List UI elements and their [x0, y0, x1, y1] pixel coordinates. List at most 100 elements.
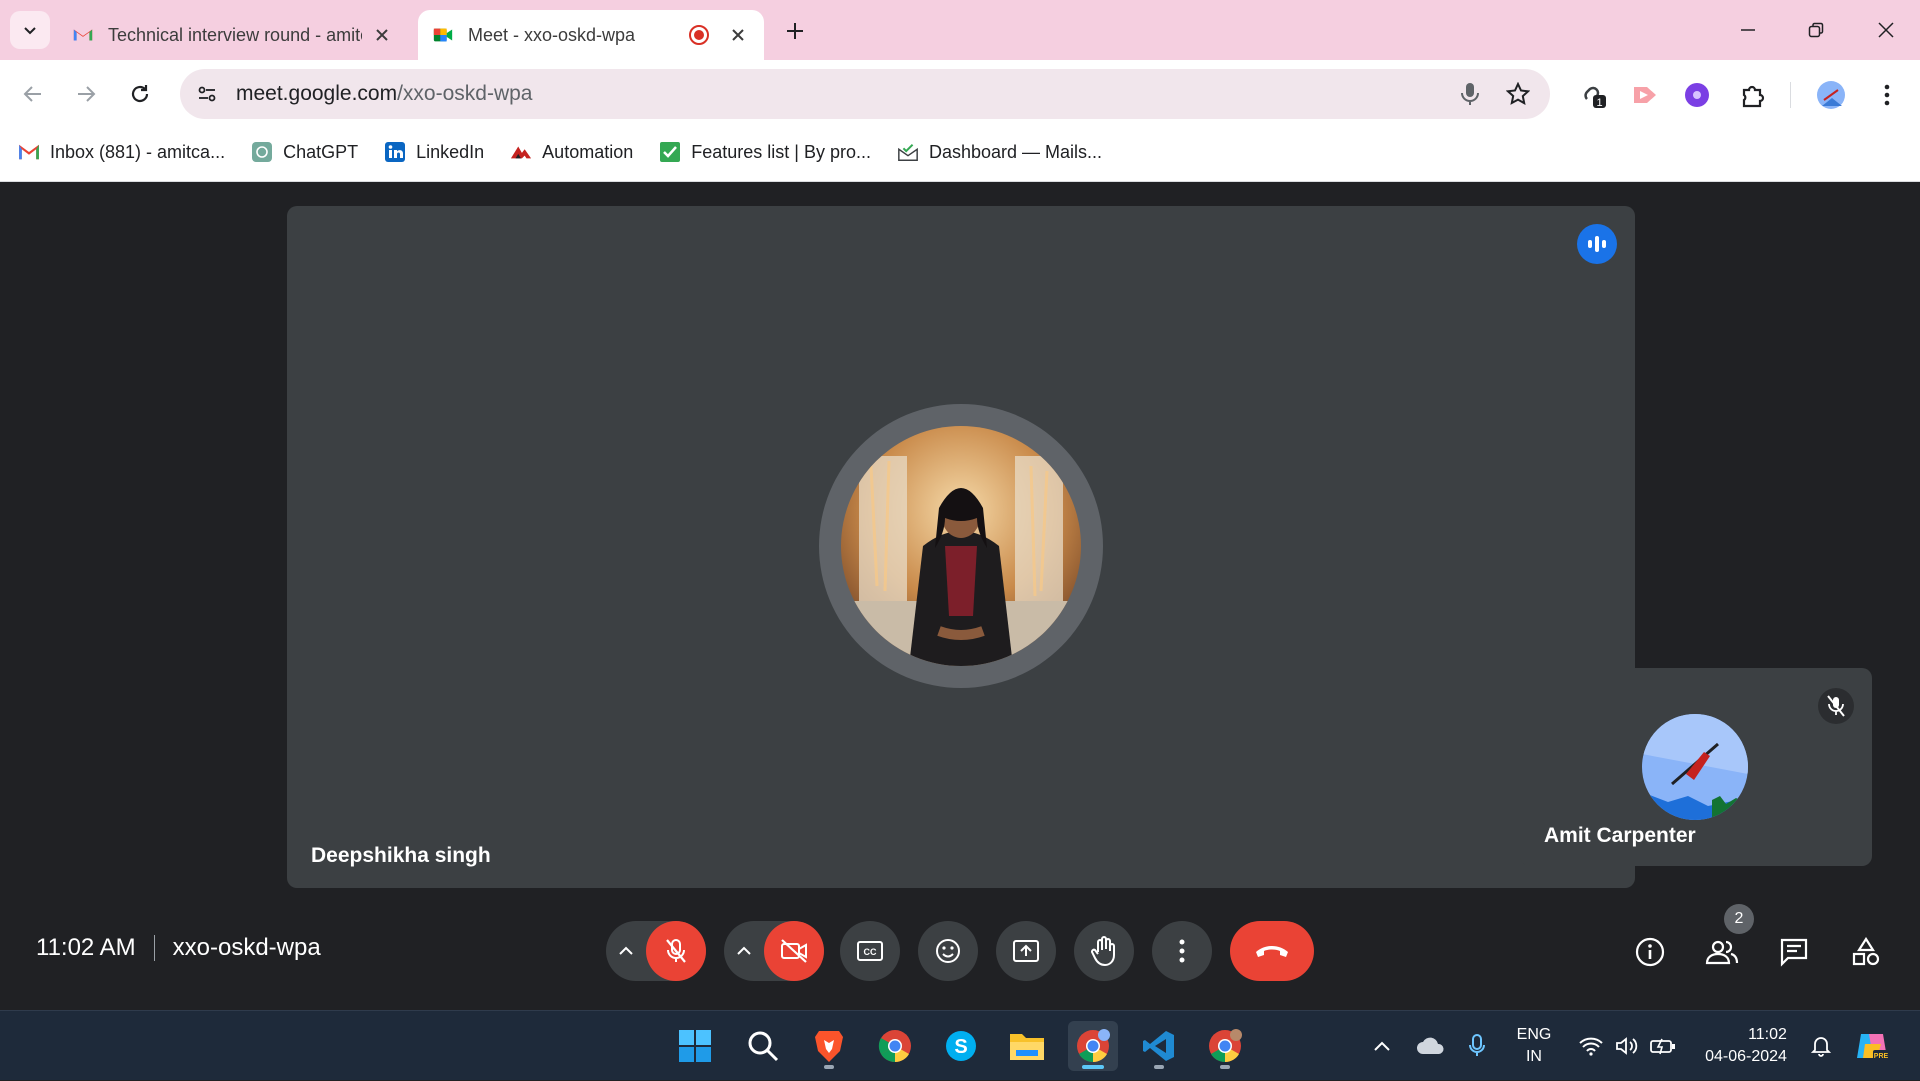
- closed-captions-icon: CC: [857, 941, 883, 961]
- bookmark-label: Features list | By pro...: [691, 141, 871, 162]
- mic-toggle-button[interactable]: [646, 921, 706, 981]
- gmail-icon: [73, 29, 93, 41]
- close-icon[interactable]: [370, 23, 394, 47]
- chrome-icon[interactable]: [870, 1021, 920, 1071]
- checkmark-icon: [659, 141, 681, 163]
- onedrive-icon[interactable]: [1412, 1011, 1448, 1081]
- tab-gmail[interactable]: Technical interview round - amitcarpente…: [58, 10, 408, 60]
- camera-toggle-button[interactable]: [764, 921, 824, 981]
- participant-tile-self[interactable]: Amit Carpenter: [1520, 668, 1872, 866]
- recording-icon: [689, 25, 709, 45]
- meeting-time: 11:02 AM: [36, 934, 136, 961]
- people-button[interactable]: [1700, 930, 1744, 974]
- chatgpt-icon: [251, 141, 273, 163]
- url-host: meet.google.com: [236, 82, 398, 105]
- close-window-button[interactable]: [1866, 14, 1906, 46]
- chevron-up-icon: [619, 946, 633, 955]
- more-options-button[interactable]: [1152, 921, 1212, 981]
- wifi-icon[interactable]: [1576, 1011, 1606, 1081]
- reload-button[interactable]: [122, 76, 158, 112]
- divider: [153, 935, 155, 961]
- forward-button[interactable]: [68, 76, 104, 112]
- google-meet-icon: [433, 28, 453, 42]
- microphone-tray-icon[interactable]: [1462, 1011, 1492, 1081]
- mail-dashboard-icon: [897, 141, 919, 163]
- tab-title: Meet - xxo-oskd-wpa: [468, 24, 636, 45]
- system-clock[interactable]: 11:02 04-06-2024: [1694, 1011, 1798, 1081]
- battery-icon[interactable]: [1648, 1011, 1678, 1081]
- bookmark-chatgpt[interactable]: ChatGPT: [251, 141, 358, 163]
- bookmark-dashboard[interactable]: Dashboard — Mails...: [897, 141, 1102, 163]
- windows-taskbar: S ENG IN 11:02 04-06-2024 PRE: [0, 1010, 1920, 1080]
- volume-icon[interactable]: [1612, 1011, 1642, 1081]
- language-code: ENG: [1516, 1026, 1552, 1043]
- browser-menu-button[interactable]: [1870, 78, 1904, 112]
- extension-badge: 1: [1596, 97, 1602, 109]
- plus-icon: [787, 23, 803, 39]
- url-path: /xxo-oskd-wpa: [397, 82, 533, 105]
- raise-hand-button[interactable]: [1074, 921, 1134, 981]
- end-call-button[interactable]: [1230, 921, 1314, 981]
- tab-meet[interactable]: Meet - xxo-oskd-wpa: [418, 10, 764, 60]
- more-vert-icon: [1179, 939, 1185, 963]
- participant-tile-main[interactable]: Deepshikha singh: [287, 206, 1635, 888]
- present-screen-button[interactable]: [996, 921, 1056, 981]
- input-language[interactable]: ENG IN: [1506, 1011, 1562, 1081]
- search-icon[interactable]: [738, 1021, 788, 1071]
- clock-time: 11:02: [1748, 1026, 1787, 1043]
- new-tab-button[interactable]: [780, 16, 810, 46]
- close-icon[interactable]: [726, 23, 750, 47]
- browser-toolbar: meet.google.com/xxo-oskd-wpa 1 Inbox (88…: [0, 60, 1920, 182]
- address-bar[interactable]: meet.google.com/xxo-oskd-wpa: [180, 69, 1550, 119]
- extension-video-icon[interactable]: [1628, 78, 1662, 112]
- chevron-up-icon: [1374, 1041, 1390, 1051]
- extension-link-icon[interactable]: 1: [1576, 78, 1610, 112]
- bookmark-features-list[interactable]: Features list | By pro...: [659, 141, 871, 163]
- chrome-profile-2-icon[interactable]: [1200, 1021, 1250, 1071]
- video-options-button[interactable]: [724, 921, 764, 981]
- automation-icon: [510, 141, 532, 163]
- activities-button[interactable]: [1844, 930, 1888, 974]
- svg-text:S: S: [954, 1036, 967, 1058]
- captions-button[interactable]: CC: [840, 921, 900, 981]
- notifications-bell-icon[interactable]: [1806, 1011, 1836, 1081]
- svg-text:CC: CC: [864, 947, 877, 957]
- reactions-button[interactable]: [918, 921, 978, 981]
- bookmark-linkedin[interactable]: LinkedIn: [384, 141, 484, 163]
- meet-stage: Deepshikha singh Amit Carpenter 11:02 AM…: [0, 182, 1920, 1010]
- site-info-icon[interactable]: [192, 79, 222, 109]
- avatar: [1642, 714, 1748, 820]
- windows-start-icon[interactable]: [670, 1021, 720, 1071]
- arrow-left-icon: [23, 86, 41, 102]
- bookmark-inbox[interactable]: Inbox (881) - amitca...: [18, 141, 225, 163]
- info-icon: [1635, 937, 1665, 967]
- vscode-icon[interactable]: [1134, 1021, 1184, 1071]
- tab-search-button[interactable]: [10, 11, 50, 49]
- copilot-icon[interactable]: PRE: [1852, 1011, 1892, 1081]
- gmail-icon: [18, 141, 40, 163]
- restore-button[interactable]: [1796, 14, 1836, 46]
- file-explorer-icon[interactable]: [1002, 1021, 1052, 1071]
- minimize-button[interactable]: [1728, 14, 1768, 46]
- restore-icon: [1808, 22, 1824, 38]
- meeting-details-button[interactable]: [1628, 930, 1672, 974]
- extensions-puzzle-icon[interactable]: [1736, 78, 1770, 112]
- back-button[interactable]: [15, 76, 51, 112]
- participant-avatar-ring: [819, 404, 1103, 688]
- meeting-controls: 11:02 AM xxo-oskd-wpa CC 2: [0, 904, 1920, 992]
- camera-off-icon: [781, 939, 807, 963]
- minimize-icon: [1741, 29, 1755, 31]
- chrome-profile-icon[interactable]: [1068, 1021, 1118, 1071]
- skype-icon[interactable]: S: [936, 1021, 986, 1071]
- extension-figma-icon[interactable]: [1680, 78, 1714, 112]
- present-to-all-icon: [1013, 940, 1039, 962]
- show-hidden-icons-button[interactable]: [1366, 1011, 1398, 1081]
- brave-browser-icon[interactable]: [804, 1021, 854, 1071]
- profile-avatar[interactable]: [1814, 78, 1848, 112]
- chat-button[interactable]: [1772, 930, 1816, 974]
- voice-search-icon[interactable]: [1454, 78, 1486, 110]
- audio-options-button[interactable]: [606, 921, 646, 981]
- bookmark-star-icon[interactable]: [1502, 78, 1534, 110]
- bookmark-automation[interactable]: Automation: [510, 141, 633, 163]
- hand-icon: [1091, 936, 1115, 966]
